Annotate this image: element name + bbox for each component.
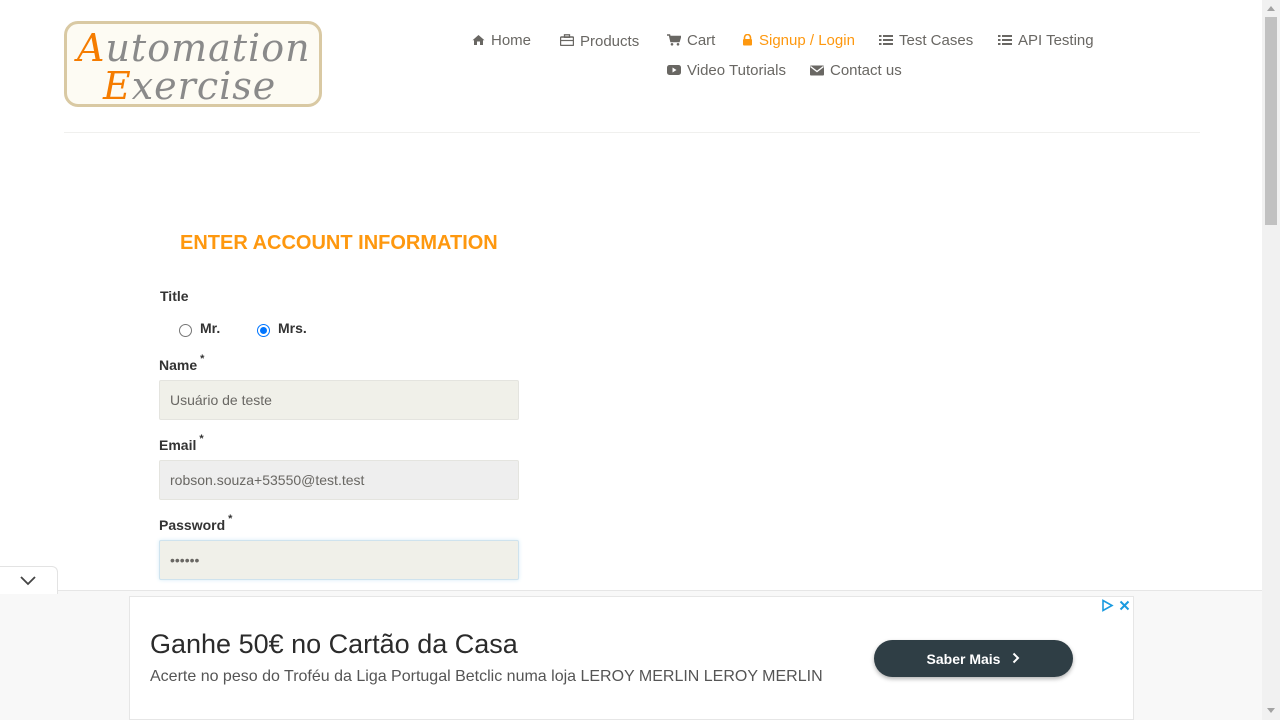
ad-headline: Ganhe 50€ no Cartão da Casa — [150, 629, 518, 659]
form-title: ENTER ACCOUNT INFORMATION — [180, 232, 498, 254]
radio-mrs-circle[interactable] — [257, 324, 270, 337]
nav-contact-us[interactable]: Contact us — [810, 58, 902, 82]
header-divider — [64, 132, 1200, 133]
ad-body: Acerte no peso do Troféu da Liga Portuga… — [150, 668, 823, 685]
site-logo[interactable]: Automation Exercise — [64, 21, 322, 108]
nav-home[interactable]: Home — [472, 28, 531, 52]
name-input[interactable]: Usuário de teste — [159, 380, 519, 420]
ad-cta-button[interactable]: Saber Mais — [874, 640, 1073, 677]
required-mark: * — [199, 433, 204, 445]
password-input[interactable]: •••••• — [159, 540, 519, 580]
radio-mr-circle[interactable] — [179, 324, 192, 337]
ad-close-icon[interactable] — [1118, 599, 1131, 617]
lock-icon — [742, 34, 753, 46]
required-mark: * — [228, 513, 233, 525]
radio-mr-label: Mr. — [200, 319, 221, 336]
adchoices-play-icon[interactable] — [1101, 599, 1114, 617]
cart-icon — [667, 34, 681, 46]
list-icon — [879, 34, 893, 46]
envelope-icon — [810, 64, 824, 76]
youtube-play-icon — [667, 64, 681, 76]
scroll-down-arrow[interactable] — [1267, 708, 1275, 713]
chevron-right-icon — [1012, 651, 1020, 667]
list-icon — [998, 34, 1012, 46]
radio-mrs-label: Mrs. — [278, 319, 307, 336]
ad-collapse-button[interactable] — [0, 566, 58, 594]
scrollbar-thumb[interactable] — [1265, 17, 1277, 225]
email-label: Email * — [159, 433, 204, 453]
nav-cart[interactable]: Cart — [667, 28, 715, 52]
nav-test-cases[interactable]: Test Cases — [879, 28, 973, 52]
radio-mrs[interactable]: Mrs. — [257, 320, 307, 337]
nav-video-tutorials[interactable]: Video Tutorials — [667, 58, 786, 82]
ad-choices — [1101, 599, 1131, 617]
email-input[interactable]: robson.souza+53550@test.test — [159, 460, 519, 500]
password-label: Password * — [159, 513, 233, 533]
briefcase-icon — [560, 34, 574, 46]
nav-signup-login[interactable]: Signup / Login — [742, 28, 855, 52]
required-mark: * — [200, 353, 205, 365]
scroll-up-arrow[interactable] — [1267, 6, 1275, 11]
home-icon — [472, 34, 485, 46]
radio-mr[interactable]: Mr. — [179, 320, 220, 337]
ad-banner[interactable]: Ganhe 50€ no Cartão da Casa Acerte no pe… — [129, 596, 1134, 720]
title-label: Title — [160, 288, 189, 304]
page-scrollbar[interactable] — [1262, 0, 1280, 720]
name-label: Name * — [159, 353, 205, 373]
nav-products[interactable]: Products — [560, 28, 639, 52]
nav-api-testing[interactable]: API Testing — [998, 28, 1094, 52]
